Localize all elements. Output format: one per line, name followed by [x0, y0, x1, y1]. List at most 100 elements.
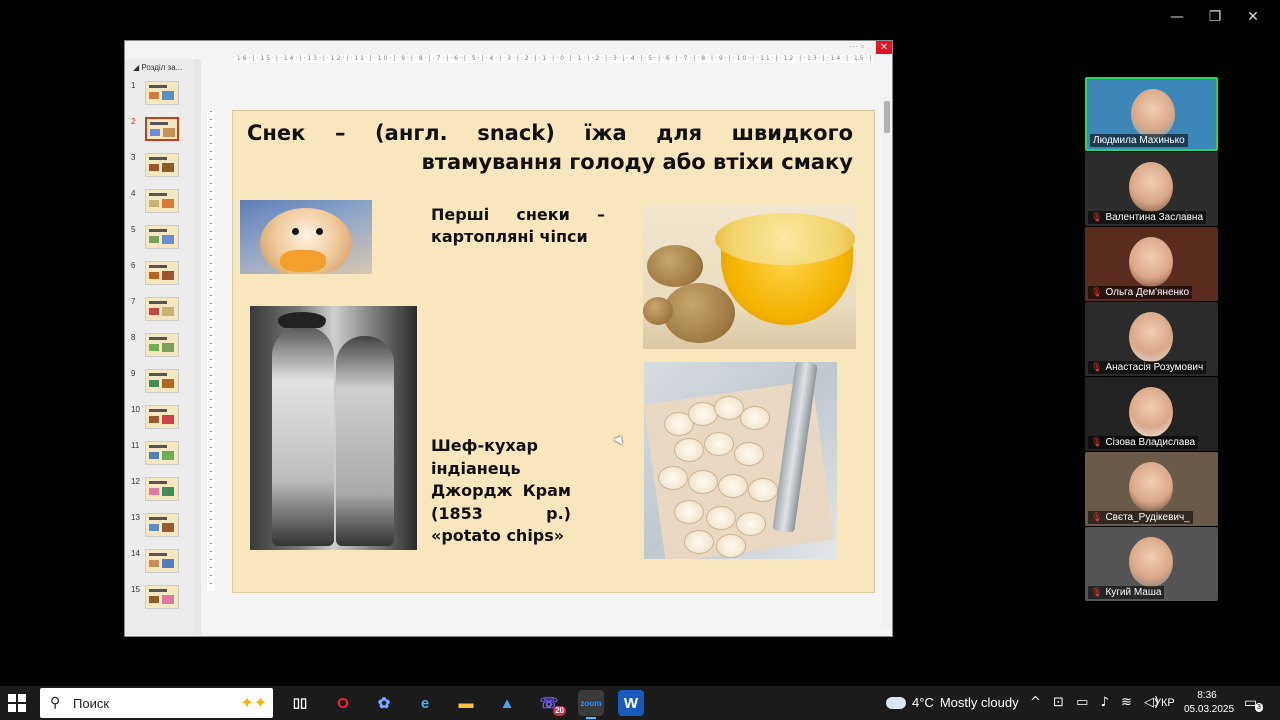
slide-thumbnails-pane[interactable]: ◢ Розділ за... 1 2 3 4 5 6 7 8 9 10 11 12 13 14 15 [125, 59, 193, 635]
slide-thumbnail-14[interactable]: 14 [131, 549, 191, 579]
participant-video [1129, 462, 1173, 512]
slide-thumbnail-13[interactable]: 13 [131, 513, 191, 543]
mic-muted-icon: 🎙 [1091, 287, 1103, 297]
slide-thumbnail-image [145, 585, 179, 609]
participant-video [1131, 89, 1175, 139]
viber-icon[interactable]: ☏ 20 [536, 690, 566, 716]
battery-icon[interactable]: ▭ [1076, 695, 1088, 710]
hamster-image[interactable] [240, 200, 372, 274]
slide-thumbnail-image [145, 189, 179, 213]
notification-icon[interactable]: ▭ 3 [1244, 694, 1263, 712]
slide-thumbnail-3[interactable]: 3 [131, 153, 191, 183]
slide-number: 14 [131, 549, 140, 558]
slide-thumbnail-1[interactable]: 1 [131, 81, 191, 111]
slide-thumbnail-image [145, 225, 179, 249]
participant-tile[interactable]: 🎙 Сізова Владислава [1085, 377, 1218, 451]
slide-thumbnail-7[interactable]: 7 [131, 297, 191, 327]
close-button[interactable]: ✕ [1234, 6, 1272, 28]
scrollbar-thumb[interactable] [884, 101, 890, 133]
slide-thumbnail-image [145, 81, 179, 105]
participant-tile[interactable]: 🎙 Свєта_Рудікевич_ [1085, 452, 1218, 526]
slide-scrollbar[interactable] [882, 97, 892, 627]
mic-muted-icon: 🎙 [1091, 437, 1103, 447]
participant-name: 🎙 Ольга Дем'яненко [1088, 286, 1193, 299]
slide-thumbnail-12[interactable]: 12 [131, 477, 191, 507]
slide-number: 15 [131, 585, 140, 594]
slide-thumbnail-6[interactable]: 6 [131, 261, 191, 291]
copilot-sparkle-icon[interactable]: ✦✦ [240, 693, 267, 713]
mic-muted-icon: 🎙 [1091, 212, 1103, 222]
slide-text-chef[interactable]: Шеф-кухар індіанець Джордж Крам (1853 р.… [431, 435, 571, 548]
taskbar-search-box[interactable]: ⚲ Поиск ✦✦ [40, 688, 273, 718]
participant-tile[interactable]: 🎙 Валентина Заславна [1085, 152, 1218, 226]
slide-number: 7 [131, 297, 136, 306]
zoom-icon[interactable]: zoom [578, 690, 604, 719]
maximize-button[interactable]: ❐ [1196, 6, 1234, 28]
slide-text-first-snacks[interactable]: Перші снеки – картопляні чіпси [431, 204, 605, 248]
language-indicator[interactable]: УКР [1154, 697, 1175, 709]
participant-name: 🎙 Валентина Заславна [1088, 211, 1207, 224]
microphone-icon[interactable]: ♪ [1101, 695, 1109, 710]
system-tray[interactable]: ^ ⊡ ▭ ♪ ≋ ◁) [1030, 695, 1167, 710]
slide-number: 2 [131, 117, 136, 126]
thumbnails-scrollbar[interactable] [193, 59, 201, 635]
participant-video [1129, 162, 1173, 212]
task-view-icon[interactable]: ▯▯ [287, 690, 313, 716]
slide-thumbnail-2[interactable]: 2 [131, 117, 191, 147]
more-icon[interactable]: ··· ▫ [849, 41, 864, 51]
slide-number: 5 [131, 225, 136, 234]
slide-thumbnail-image [145, 405, 179, 429]
slide-thumbnail-15[interactable]: 15 [131, 585, 191, 615]
photos-icon[interactable]: ▲ [494, 690, 520, 716]
weather-widget[interactable]: 4°C Mostly cloudy [886, 695, 1019, 710]
slide-thumbnail-9[interactable]: 9 [131, 369, 191, 399]
participant-tile[interactable]: 🎙 Ольга Дем'яненко [1085, 227, 1218, 301]
participant-video [1129, 312, 1173, 362]
slide-thumbnail-10[interactable]: 10 [131, 405, 191, 435]
weather-desc: Mostly cloudy [939, 695, 1019, 710]
slide-thumbnail-image [145, 333, 179, 357]
participant-tile[interactable]: Людмила Махинько [1085, 77, 1218, 151]
participant-name: Людмила Махинько [1090, 134, 1188, 147]
slide-number: 10 [131, 405, 140, 414]
slide-thumbnail-image [145, 117, 179, 141]
wifi-icon[interactable]: ≋ [1121, 695, 1132, 710]
participant-name: 🎙 Свєта_Рудікевич_ [1088, 511, 1193, 524]
historical-photo-image[interactable] [250, 306, 417, 550]
participant-tile[interactable]: 🎙 Кугий Маша [1085, 527, 1218, 601]
windows-start-icon[interactable] [8, 694, 28, 714]
opera-icon[interactable]: O [330, 690, 356, 716]
app-icon[interactable]: ✿ [371, 690, 397, 716]
weather-temp: 4°C [912, 695, 934, 710]
window-controls: — ❐ ✕ [1158, 6, 1272, 28]
potato-slices-image[interactable] [644, 362, 837, 559]
slide-thumbnail-11[interactable]: 11 [131, 441, 191, 471]
chevron-up-icon[interactable]: ^ [1030, 695, 1041, 710]
participant-name: 🎙 Сізова Владислава [1088, 436, 1199, 449]
clock-date: 05.03.2025 [1184, 704, 1235, 715]
word-icon[interactable]: W [618, 690, 644, 716]
edge-icon[interactable]: e [412, 690, 438, 716]
clock[interactable]: 8:36 05.03.2025 [1184, 689, 1235, 717]
slide-thumbnail-5[interactable]: 5 [131, 225, 191, 255]
slide-thumbnail-image [145, 549, 179, 573]
slide-thumbnail-4[interactable]: 4 [131, 189, 191, 219]
participant-video [1129, 387, 1173, 437]
slide-number: 8 [131, 333, 136, 342]
meet-icon[interactable]: ⊡ [1053, 695, 1064, 710]
mic-muted-icon: 🎙 [1091, 587, 1103, 597]
slide-canvas[interactable]: Снек – (англ. snack) їжа для швидкого вт… [232, 110, 875, 593]
minimize-button[interactable]: — [1158, 6, 1196, 28]
slide-number: 11 [131, 441, 140, 450]
slide-title[interactable]: Снек – (англ. snack) їжа для швидкого вт… [247, 119, 853, 177]
participant-name: 🎙 Кугий Маша [1088, 586, 1165, 599]
slide-thumbnail-8[interactable]: 8 [131, 333, 191, 363]
slide-thumbnail-image [145, 513, 179, 537]
file-explorer-icon[interactable]: ▬ [453, 690, 479, 716]
clock-time: 8:36 [1197, 690, 1217, 701]
potatoes-chips-image[interactable] [643, 205, 856, 349]
participant-tile[interactable]: 🎙 Анастасія Розумович [1085, 302, 1218, 376]
slide-thumbnail-image [145, 153, 179, 177]
section-label[interactable]: ◢ Розділ за... [133, 63, 182, 72]
ppt-close-button[interactable]: ✕ [876, 41, 892, 54]
